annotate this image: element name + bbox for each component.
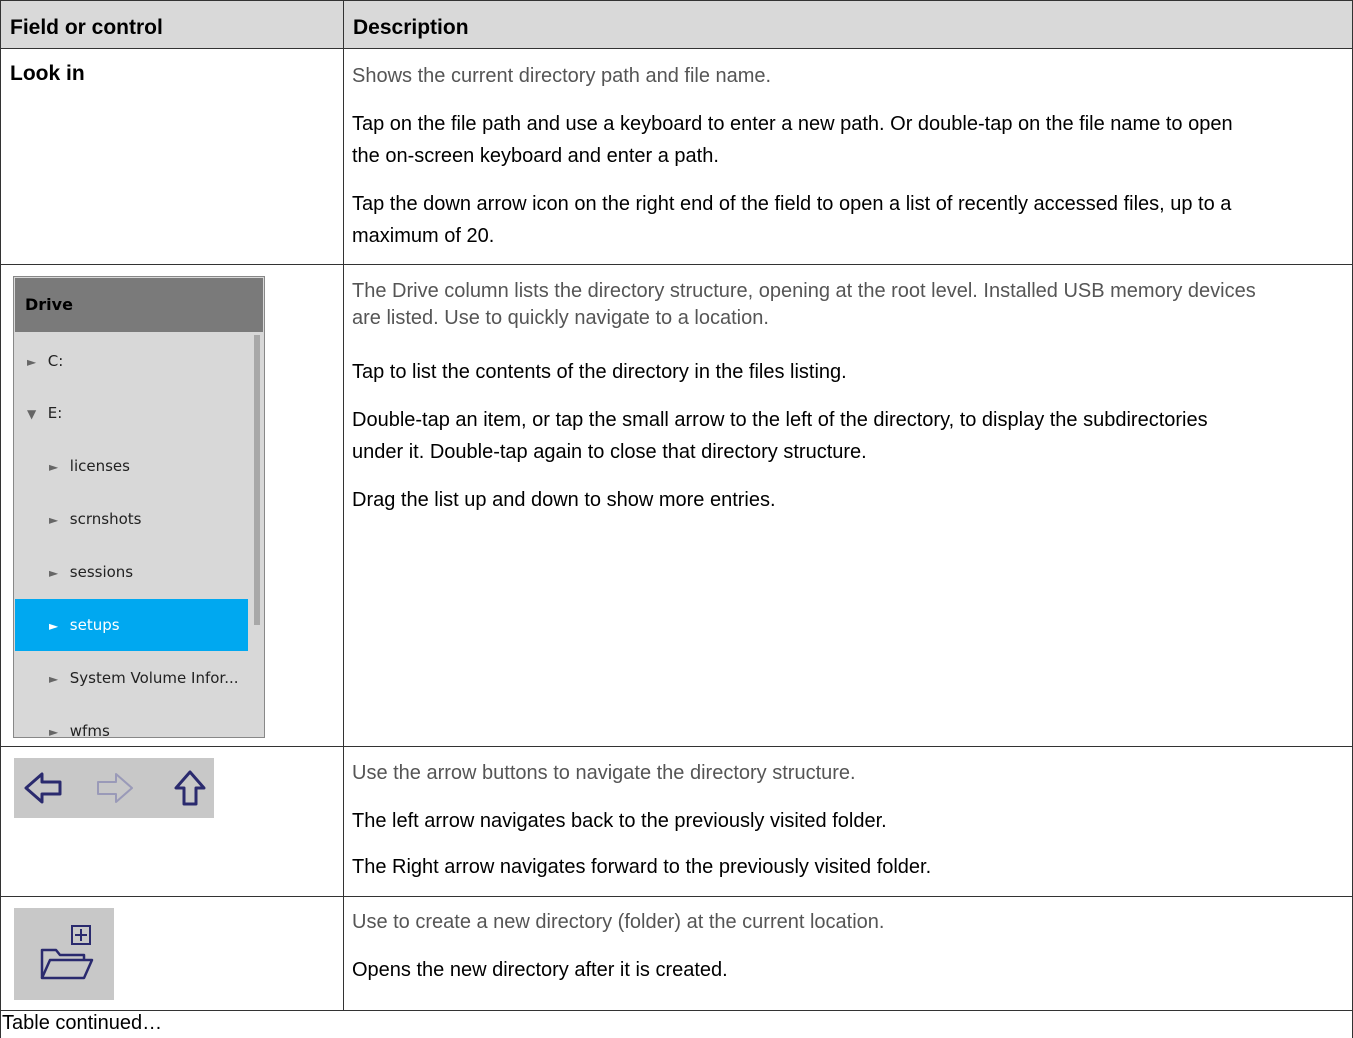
- description-line: Opens the new directory after it is crea…: [352, 959, 728, 981]
- expand-arrow-icon[interactable]: ►: [49, 494, 65, 546]
- drive-column-panel[interactable]: Drive ► C: ▼ E: ► licenses ► scrnshots ►…: [13, 276, 265, 738]
- description-line: Drag the list up and down to show more e…: [352, 489, 776, 511]
- row-divider: [0, 48, 1353, 49]
- description-line: Use the arrow buttons to navigate the di…: [352, 762, 856, 784]
- description-line: Tap on the file path and use a keyboard …: [352, 113, 1233, 135]
- drive-item-label: setups: [69, 616, 120, 634]
- row-divider: [0, 264, 1353, 265]
- description-line: The left arrow navigates back to the pre…: [352, 810, 887, 832]
- right-arrow-icon[interactable]: [97, 773, 133, 803]
- expand-arrow-icon[interactable]: ►: [49, 706, 65, 737]
- table-border-left: [0, 0, 1, 1038]
- drive-item-system-volume[interactable]: ► System Volume Infor...: [15, 652, 248, 704]
- drive-scrollbar[interactable]: [254, 335, 260, 625]
- description-line: Use to create a new directory (folder) a…: [352, 911, 885, 933]
- row-divider: [0, 896, 1353, 897]
- drive-item-wfms[interactable]: ► wfms: [15, 705, 248, 738]
- description-line: Tap the down arrow icon on the right end…: [352, 193, 1232, 215]
- header-field-or-control: Field or control: [10, 16, 163, 39]
- description-line: Double-tap an item, or tap the small arr…: [352, 409, 1208, 431]
- table-continued-note: Table continued…: [2, 1012, 163, 1034]
- table-header: Field or control Description: [0, 0, 1353, 48]
- expand-arrow-icon[interactable]: ►: [49, 547, 65, 599]
- expand-arrow-icon[interactable]: ►: [49, 441, 65, 493]
- drive-item-setups[interactable]: ► setups: [15, 599, 248, 651]
- drive-item-label: C:: [47, 352, 64, 370]
- new-folder-icon: [40, 925, 94, 980]
- description-line: Shows the current directory path and fil…: [352, 65, 772, 87]
- drive-column-header: Drive: [15, 278, 263, 332]
- expand-arrow-icon[interactable]: ►: [49, 600, 65, 652]
- navigation-arrow-bar: [14, 758, 214, 818]
- header-description: Description: [353, 16, 469, 39]
- drive-item-e[interactable]: ▼ E:: [15, 387, 248, 439]
- drive-item-label: System Volume Infor...: [69, 669, 239, 687]
- description-line: under it. Double-tap again to close that…: [352, 441, 867, 463]
- left-arrow-icon[interactable]: [24, 772, 62, 804]
- drive-item-label: scrnshots: [69, 510, 142, 528]
- drive-item-sessions[interactable]: ► sessions: [15, 546, 248, 598]
- description-line: are listed. Use to quickly navigate to a…: [352, 307, 769, 329]
- drive-item-label: wfms: [69, 722, 110, 738]
- row-label-look-in: Look in: [10, 62, 85, 85]
- drive-item-label: licenses: [69, 457, 130, 475]
- controls-table: Field or control Description Look in Sho…: [0, 0, 1353, 1038]
- column-divider: [343, 0, 344, 1010]
- table-border-top: [0, 0, 1353, 1]
- row-divider: [0, 1010, 1353, 1011]
- drive-item-c[interactable]: ► C:: [15, 335, 248, 387]
- collapse-arrow-icon[interactable]: ▼: [27, 388, 43, 440]
- drive-item-scrnshots[interactable]: ► scrnshots: [15, 493, 248, 545]
- up-arrow-icon[interactable]: [174, 770, 206, 806]
- expand-arrow-icon[interactable]: ►: [49, 653, 65, 705]
- drive-item-label: E:: [47, 404, 63, 422]
- description-line: The Right arrow navigates forward to the…: [352, 856, 932, 878]
- drive-item-label: sessions: [69, 563, 134, 581]
- new-folder-button[interactable]: [14, 908, 114, 1000]
- description-line: Tap to list the contents of the director…: [352, 361, 847, 383]
- row-divider: [0, 746, 1353, 747]
- expand-arrow-icon[interactable]: ►: [27, 336, 43, 388]
- description-line: maximum of 20.: [352, 225, 495, 247]
- description-line: the on-screen keyboard and enter a path.: [352, 145, 719, 167]
- drive-item-licenses[interactable]: ► licenses: [15, 440, 248, 492]
